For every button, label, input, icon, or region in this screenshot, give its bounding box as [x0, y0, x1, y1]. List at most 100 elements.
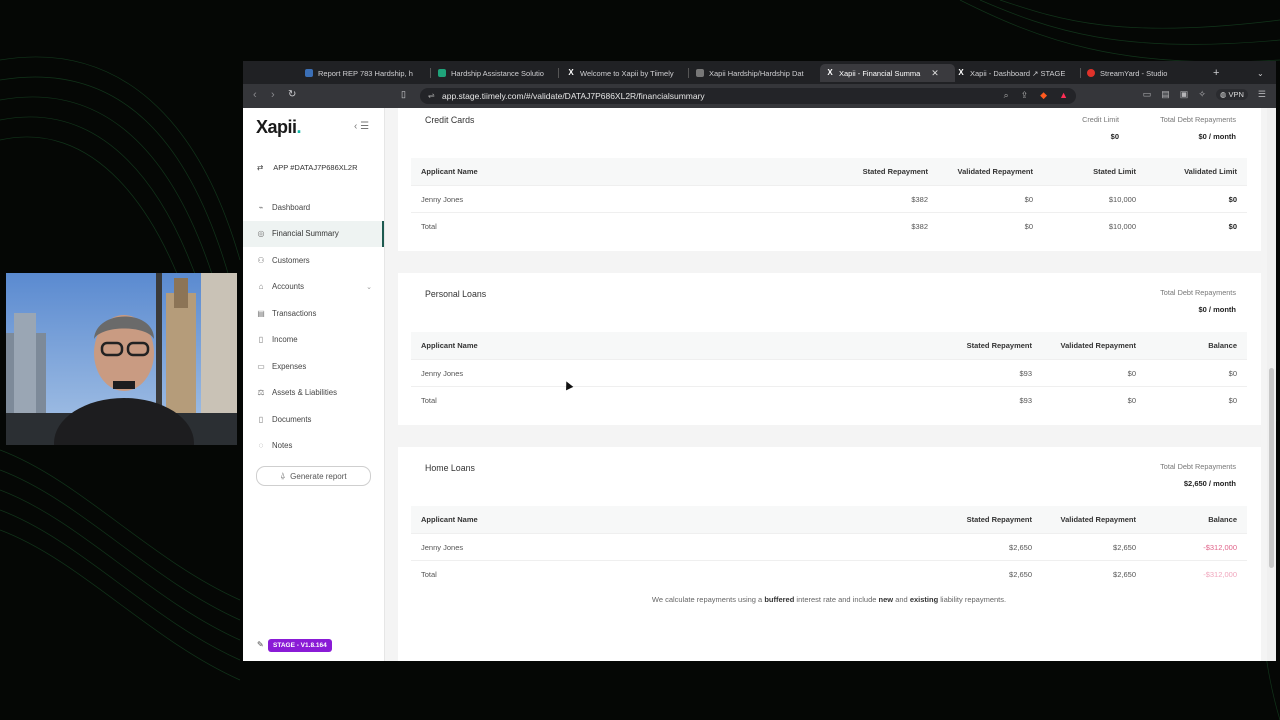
xapii-logo[interactable]: Xapii. [256, 117, 301, 138]
forward-arrow-icon[interactable]: › [271, 89, 275, 101]
expenses-icon: ▭ [257, 361, 265, 371]
x-icon: X [568, 68, 574, 77]
documents-icon: ▯ [258, 414, 264, 424]
tab-hardship-assistance[interactable]: Hardship Assistance Solutio [438, 64, 550, 82]
report-icon: ⍙ [280, 471, 286, 480]
extensions-icon[interactable]: ✧ [1198, 89, 1206, 100]
tab-hardship-data[interactable]: Xapii Hardship/Hardship Dat [696, 64, 812, 82]
credit-limit-label: Credit Limit [1082, 115, 1119, 124]
x-icon: X [958, 68, 964, 77]
new-tab-button[interactable]: + [1213, 64, 1219, 82]
tab-welcome-xapii[interactable]: X Welcome to Xapii by Tiimely [567, 64, 682, 82]
report-icon [305, 69, 313, 77]
sidebar-item-expenses[interactable]: ▭ Expenses [243, 353, 384, 380]
section-divider [398, 425, 1261, 447]
edit-pencil-icon[interactable]: ✎ [257, 640, 264, 649]
scrollbar-thumb[interactable] [1269, 368, 1274, 568]
sidebar-item-assets-liabilities[interactable]: ⚖ Assets & Liabilities [243, 380, 384, 407]
close-tab-icon[interactable]: ✕ [931, 68, 939, 79]
hardship-icon [438, 69, 446, 77]
table-header-row: Applicant Name Stated Repayment Validate… [411, 158, 1247, 185]
address-bar-row: ‹ › ↻ ▯ ⇌ app.stage.tiimely.com/#/valida… [243, 84, 1276, 108]
total-debt-label: Total Debt Repayments [1160, 462, 1236, 471]
sidebar: Xapii. ‹ ☰ ⇄ APP #DATAJ7P686XL2R ⌁ Dashbo… [243, 108, 385, 661]
accounts-icon: ⌂ [258, 282, 264, 292]
table-row: Jenny Jones $382 $0 $10,000 $0 [411, 184, 1247, 213]
home-loans-section: Home Loans Total Debt Repayments $2,650 … [411, 448, 1247, 648]
home-loans-table: Applicant Name Stated Repayment Validate… [411, 506, 1247, 588]
x-icon: X [827, 68, 833, 77]
credit-limit-value: $0 [1110, 132, 1119, 141]
table-row: Jenny Jones $93 $0 $0 [411, 358, 1247, 387]
generate-report-button[interactable]: ⍙ Generate report [256, 466, 371, 486]
brave-rewards-icon[interactable]: ▲ [1059, 90, 1068, 101]
sidebar-item-customers[interactable]: ⚇ Customers [243, 247, 384, 274]
sidebar-item-documents[interactable]: ▯ Documents [243, 406, 384, 433]
assets-liabilities-icon: ⚖ [257, 388, 265, 398]
main-content: Credit Cards Credit Limit $0 Total Debt … [398, 108, 1261, 661]
sidebar-item-dashboard[interactable]: ⌁ Dashboard [243, 194, 384, 221]
income-icon: ▯ [258, 335, 264, 345]
doc-icon [696, 69, 704, 77]
section-title: Personal Loans [425, 289, 487, 299]
swap-icon: ⇄ [257, 163, 264, 172]
table-row: Total $93 $0 $0 [411, 386, 1247, 414]
table-row: Jenny Jones $2,650 $2,650 -$312,000 [411, 532, 1247, 561]
total-debt-value: $0 / month [1198, 132, 1236, 141]
page-scrollbar[interactable] [1267, 108, 1276, 661]
tab-financial-summary[interactable]: X Xapii - Financial Summa ✕ [820, 64, 955, 82]
wallet-icon[interactable]: ▣ [1180, 89, 1189, 100]
sidebar-item-accounts[interactable]: ⌂ Accounts ⌄ [243, 274, 384, 301]
customers-icon: ⚇ [257, 255, 265, 265]
streamyard-icon [1087, 69, 1095, 77]
financial-summary-icon: ◎ [257, 229, 265, 239]
transactions-icon: ▤ [257, 308, 265, 318]
section-divider [398, 251, 1261, 273]
app-id[interactable]: ⇄ APP #DATAJ7P686XL2R [257, 163, 358, 172]
vpn-button[interactable]: ◍ VPN [1215, 89, 1248, 100]
total-debt-label: Total Debt Repayments [1160, 288, 1236, 297]
url-field[interactable]: ⇌ app.stage.tiimely.com/#/validate/DATAJ… [420, 88, 1076, 104]
chevron-down-icon: ⌄ [366, 283, 372, 291]
site-info-icon[interactable]: ⇌ [428, 91, 435, 100]
repayment-calculation-note: We calculate repayments using a buffered… [651, 595, 1007, 604]
section-title: Credit Cards [425, 115, 475, 125]
sidebar-item-income[interactable]: ▯ Income [243, 327, 384, 354]
table-header-row: Applicant Name Stated Repayment Validate… [411, 332, 1247, 359]
back-arrow-icon[interactable]: ‹ [253, 89, 257, 101]
table-row: Total $382 $0 $10,000 $0 [411, 212, 1247, 240]
browser-window: Report REP 783 Hardship, h Hardship Assi… [243, 61, 1276, 661]
personal-loans-table: Applicant Name Stated Repayment Validate… [411, 332, 1247, 414]
notes-icon: ◌ [258, 441, 264, 451]
table-header-row: Applicant Name Stated Repayment Validate… [411, 506, 1247, 533]
share-icon[interactable]: ⇪ [1021, 90, 1029, 101]
reload-icon[interactable]: ↻ [288, 89, 296, 100]
reader-icon[interactable]: ▤ [1161, 89, 1170, 100]
total-debt-value: $2,650 / month [1183, 479, 1236, 488]
tab-menu-chevron-icon[interactable]: ⌄ [1257, 64, 1264, 82]
sidebar-item-transactions[interactable]: ▤ Transactions [243, 300, 384, 327]
total-debt-label: Total Debt Repayments [1160, 115, 1236, 124]
dashboard-icon: ⌁ [258, 202, 264, 212]
app-page: Xapii. ‹ ☰ ⇄ APP #DATAJ7P686XL2R ⌁ Dashbo… [243, 108, 1276, 661]
menu-icon[interactable]: ☰ [1258, 89, 1266, 100]
tab-streamyard[interactable]: StreamYard - Studio [1087, 64, 1197, 82]
total-debt-value: $0 / month [1198, 305, 1236, 314]
tab-dashboard-stage[interactable]: X Xapii - Dashboard ↗ STAGE [957, 64, 1075, 82]
tab-report[interactable]: Report REP 783 Hardship, h [305, 64, 420, 82]
table-row: Total $2,650 $2,650 -$312,000 [411, 560, 1247, 588]
brave-shield-icon[interactable]: ◆ [1040, 90, 1047, 101]
stage-version-badge: STAGE - V1.8.164 [268, 639, 332, 652]
section-title: Home Loans [425, 463, 475, 473]
tab-strip: Report REP 783 Hardship, h Hardship Assi… [243, 61, 1276, 84]
webcam-video [6, 273, 237, 445]
sidebar-nav: ⌁ Dashboard ◎ Financial Summary ⚇ Customers… [243, 194, 384, 459]
credit-cards-table: Applicant Name Stated Repayment Validate… [411, 158, 1247, 240]
zoom-icon[interactable]: ⌕ [1004, 90, 1009, 101]
personal-loans-section: Personal Loans Total Debt Repayments $0 … [411, 274, 1247, 424]
bookmark-icon[interactable]: ▯ [401, 89, 406, 100]
sidebar-item-financial-summary[interactable]: ◎ Financial Summary [243, 220, 384, 247]
sidebar-toggle-icon[interactable]: ▭ [1143, 89, 1152, 100]
collapse-sidebar-icon[interactable]: ‹ ☰ [354, 121, 369, 132]
sidebar-item-notes[interactable]: ◌ Notes [243, 433, 384, 460]
